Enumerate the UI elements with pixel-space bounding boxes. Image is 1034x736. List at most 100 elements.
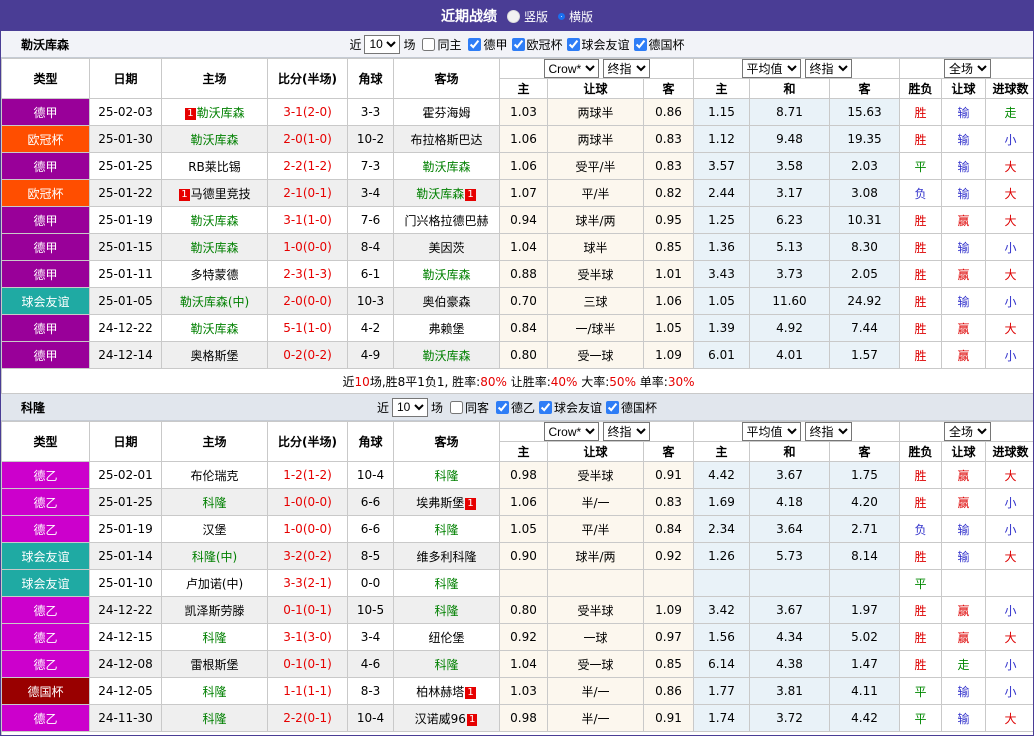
team-section-koeln: 科隆 近 10 场 同客 德乙球会友谊德国杯 类型 日期 主场 比分(半场) xyxy=(1,394,1033,736)
handicap-result-cell: 赢 xyxy=(942,261,986,288)
odds-home-cell: 0.92 xyxy=(500,624,548,651)
score-cell: 0-1(0-1) xyxy=(268,597,348,624)
horizontal-layout-radio[interactable] xyxy=(558,13,565,20)
odds-home-cell: 0.80 xyxy=(500,342,548,369)
handicap-result-cell: 输 xyxy=(942,99,986,126)
layout-option-vertical[interactable]: 竖版 xyxy=(507,8,548,25)
avg-draw-cell: 5.13 xyxy=(750,234,830,261)
home-team-cell: 勒沃库森 xyxy=(162,234,268,261)
average-select[interactable]: 平均值 xyxy=(742,422,801,441)
avg-home-cell: 1.25 xyxy=(694,207,750,234)
corners-cell: 10-4 xyxy=(348,705,394,732)
recent-results-panel: 近期战绩 竖版 横版 勒沃库森 近 10 场 同主 德甲欧冠杯球会友谊德国杯 xyxy=(0,0,1034,736)
league-badge: 德甲 xyxy=(2,315,90,342)
odds-handicap-cell: 受一球 xyxy=(548,651,644,678)
team-name: 勒沃库森 xyxy=(21,36,69,53)
same-venue-option[interactable]: 同主 xyxy=(418,36,461,53)
score-cell: 1-2(1-2) xyxy=(268,462,348,489)
odds-away-cell: 0.85 xyxy=(644,651,694,678)
league-filter-option[interactable]: 德甲 xyxy=(464,36,507,53)
avg-away-cell: 4.20 xyxy=(830,489,900,516)
avg-away-cell: 2.03 xyxy=(830,153,900,180)
league-checkbox[interactable] xyxy=(468,38,481,51)
col-avg-home: 主 xyxy=(694,79,750,99)
team-label: 柏林赫塔 xyxy=(416,685,464,699)
away-team-cell: 汉诺威961 xyxy=(394,705,500,732)
team-label: 科隆 xyxy=(202,631,226,645)
league-filter-option[interactable]: 德国杯 xyxy=(630,36,685,53)
average-final-select[interactable]: 终指 xyxy=(805,59,852,78)
games-count-select[interactable]: 10 xyxy=(392,398,428,417)
odds-final-select[interactable]: 终指 xyxy=(603,422,650,441)
odds-final-select[interactable]: 终指 xyxy=(603,59,650,78)
league-checkbox[interactable] xyxy=(496,401,509,414)
same-venue-checkbox[interactable] xyxy=(450,401,463,414)
league-checkbox[interactable] xyxy=(512,38,525,51)
league-filter-option[interactable]: 球会友谊 xyxy=(535,399,602,416)
same-venue-option[interactable]: 同客 xyxy=(446,399,489,416)
odds-handicap-cell: 球半/两 xyxy=(548,207,644,234)
red-card-marker: 1 xyxy=(465,498,475,510)
date-cell: 24-12-22 xyxy=(90,597,162,624)
odds-home-cell: 1.06 xyxy=(500,126,548,153)
goals-result-cell: 大 xyxy=(986,207,1034,234)
table-row: 德甲 24-12-14 奥格斯堡 0-2(0-2) 4-9 勒沃库森 0.80 … xyxy=(2,342,1034,369)
league-checkbox[interactable] xyxy=(567,38,580,51)
col-score: 比分(半场) xyxy=(268,422,348,462)
date-cell: 25-01-05 xyxy=(90,288,162,315)
avg-away-cell: 1.57 xyxy=(830,342,900,369)
corners-cell: 6-1 xyxy=(348,261,394,288)
odds-source-select[interactable]: Crow* xyxy=(544,422,599,441)
average-select[interactable]: 平均值 xyxy=(742,59,801,78)
col-away: 客场 xyxy=(394,59,500,99)
odds-home-cell: 1.03 xyxy=(500,678,548,705)
handicap-result-cell: 输 xyxy=(942,234,986,261)
odds-source-select[interactable]: Crow* xyxy=(544,59,599,78)
goals-result-cell xyxy=(986,570,1034,597)
goals-result-cell: 小 xyxy=(986,126,1034,153)
fulltime-select[interactable]: 全场 xyxy=(944,422,991,441)
date-cell: 25-01-19 xyxy=(90,207,162,234)
league-badge: 欧冠杯 xyxy=(2,126,90,153)
average-final-select[interactable]: 终指 xyxy=(805,422,852,441)
same-venue-checkbox[interactable] xyxy=(422,38,435,51)
odds-away-cell: 0.86 xyxy=(644,99,694,126)
odds-home-cell: 1.04 xyxy=(500,651,548,678)
date-cell: 24-11-30 xyxy=(90,705,162,732)
red-card-marker: 1 xyxy=(465,189,475,201)
odds-away-cell: 1.05 xyxy=(644,315,694,342)
avg-draw-cell: 3.58 xyxy=(750,153,830,180)
avg-home-cell xyxy=(694,570,750,597)
avg-draw-cell: 4.18 xyxy=(750,489,830,516)
layout-option-horizontal[interactable]: 横版 xyxy=(558,8,593,25)
result-cell: 胜 xyxy=(900,234,942,261)
avg-draw-cell: 4.34 xyxy=(750,624,830,651)
league-filter-option[interactable]: 德国杯 xyxy=(602,399,657,416)
summary-text: 40% xyxy=(551,375,578,389)
goals-result-cell: 大 xyxy=(986,543,1034,570)
handicap-result-cell: 赢 xyxy=(942,624,986,651)
odds-home-cell: 0.80 xyxy=(500,597,548,624)
league-checkbox[interactable] xyxy=(634,38,647,51)
odds-away-cell: 0.83 xyxy=(644,489,694,516)
vertical-layout-radio[interactable] xyxy=(507,10,520,23)
handicap-result-cell: 输 xyxy=(942,180,986,207)
league-filter-option[interactable]: 德乙 xyxy=(492,399,535,416)
league-checkbox[interactable] xyxy=(606,401,619,414)
red-card-marker: 1 xyxy=(467,714,477,726)
avg-away-cell: 15.63 xyxy=(830,99,900,126)
goals-result-cell: 大 xyxy=(986,462,1034,489)
league-filter-option[interactable]: 欧冠杯 xyxy=(508,36,563,53)
odds-away-cell: 1.09 xyxy=(644,342,694,369)
league-checkbox[interactable] xyxy=(539,401,552,414)
avg-draw-cell: 5.73 xyxy=(750,543,830,570)
home-team-cell: 汉堡 xyxy=(162,516,268,543)
league-filter-option[interactable]: 球会友谊 xyxy=(563,36,630,53)
games-count-select[interactable]: 10 xyxy=(364,35,400,54)
date-cell: 25-01-10 xyxy=(90,570,162,597)
away-team-cell: 霍芬海姆 xyxy=(394,99,500,126)
goals-result-cell: 大 xyxy=(986,180,1034,207)
team-label: 科隆 xyxy=(434,658,458,672)
fulltime-select[interactable]: 全场 xyxy=(944,59,991,78)
col-odds-handicap: 让球 xyxy=(548,442,644,462)
